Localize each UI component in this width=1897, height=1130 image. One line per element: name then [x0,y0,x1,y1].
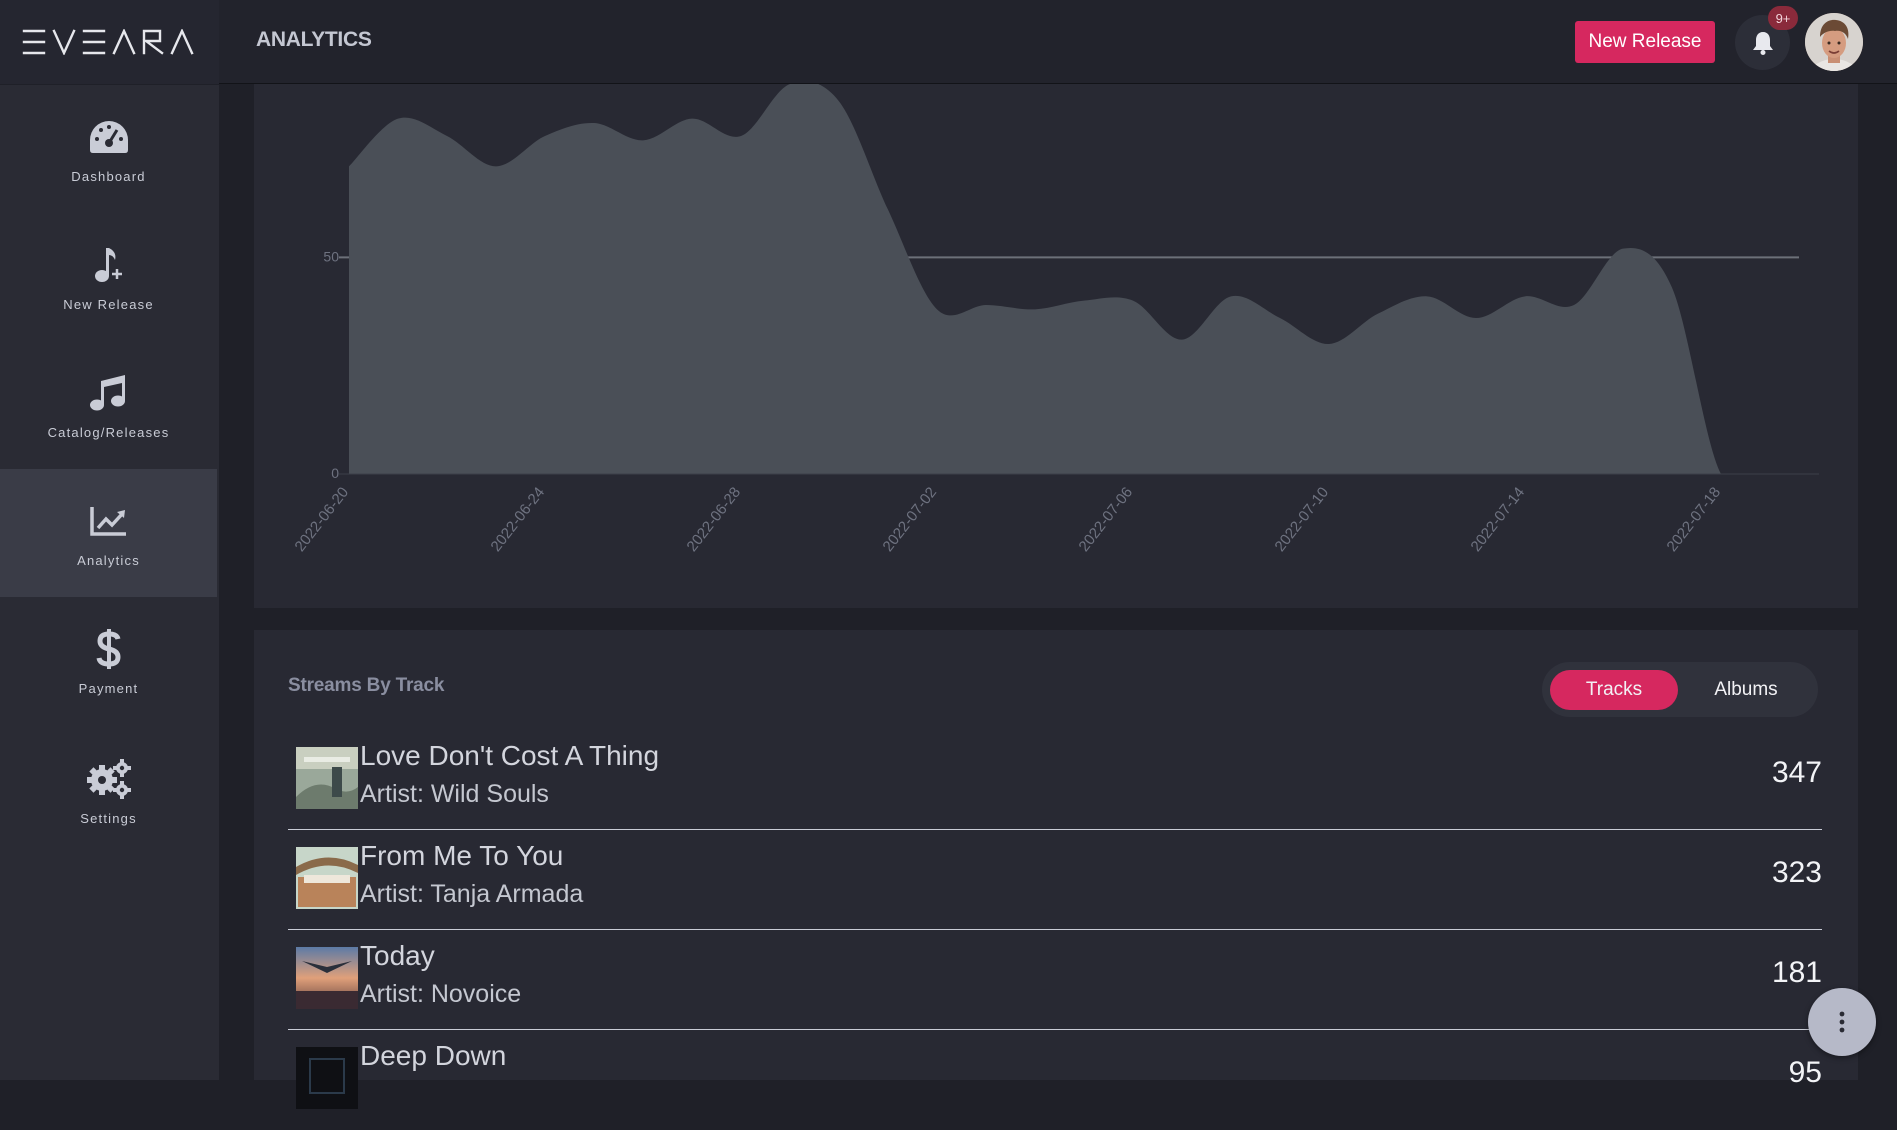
sidebar-item-dashboard[interactable]: Dashboard [0,85,217,213]
eveara-logo-icon [22,29,194,55]
track-artist: Artist: Tanja Armada [360,880,584,908]
section-title: Streams By Track [288,675,445,696]
streams-by-track-card: Streams By Track Tracks Albums Love Don'… [254,630,1858,1109]
sidebar-item-label: Dashboard [71,168,146,184]
cover-art-icon [296,947,358,1009]
track-title: Deep Down [360,1040,507,1071]
tracks-tab[interactable]: Tracks [1550,670,1678,710]
top-bar: ANALYTICS New Release 9+ [0,0,1897,84]
album-cover [296,1047,358,1109]
track-title: From Me To You [360,840,564,871]
music-note-plus-icon [94,247,122,282]
albums-tab[interactable]: Albums [1682,670,1810,710]
x-tick-label: 2022-07-18 [1664,484,1725,555]
x-tick-label: 2022-07-14 [1468,484,1529,555]
y-tick-label: 0 [331,465,339,481]
music-notes-icon [89,374,125,410]
album-cover [296,747,358,809]
x-tick-label: 2022-07-10 [1272,484,1333,555]
gauge-icon [89,120,128,153]
dollar-icon [96,628,121,669]
stream-count: 323 [1771,856,1822,889]
line-chart-icon [89,506,126,536]
cover-art-icon [296,1047,358,1109]
x-tick-label: 2022-07-06 [1076,484,1137,555]
table-row[interactable]: Deep Down 95 [288,1030,1822,1130]
table-row[interactable]: Love Don't Cost A Thing Artist: Wild Sou… [288,730,1822,830]
sidebar-item-analytics[interactable]: Analytics [0,469,217,597]
brand-logo[interactable] [0,0,219,84]
sidebar: Dashboard New Release Catalog/Releases A… [0,85,219,1080]
x-tick-label: 2022-06-24 [488,484,549,555]
cover-art-icon [296,847,358,909]
table-row[interactable]: From Me To You Artist: Tanja Armada 323 [288,830,1822,930]
avatar[interactable] [1805,13,1863,71]
streams-area-chart: 50 0 2022-06-20 2022-06-24 2022-06-28 2022-07… [292,81,1819,555]
sidebar-item-settings[interactable]: Settings [0,727,217,855]
more-options-button[interactable] [1808,988,1876,1056]
x-tick-label: 2022-07-02 [880,484,941,555]
new-release-button[interactable]: New Release [1575,21,1715,63]
album-cover [296,947,358,1009]
sidebar-item-label: New Release [63,296,154,312]
x-tick-label: 2022-06-20 [292,484,353,555]
sidebar-item-label: Analytics [77,552,140,568]
gears-icon [86,758,131,799]
table-row[interactable]: Today Artist: Novoice 181 [288,930,1822,1030]
track-title: Love Don't Cost A Thing [360,740,660,771]
sidebar-item-catalog-releases[interactable]: Catalog/Releases [0,341,217,469]
stream-count: 347 [1771,756,1822,789]
sidebar-item-label: Catalog/Releases [47,424,170,440]
x-tick-label: 2022-06-28 [684,484,745,555]
track-artist: Artist: Wild Souls [360,780,549,808]
stream-count: 181 [1771,956,1822,989]
sidebar-item-label: Settings [80,810,137,826]
streams-chart-card: 50 0 2022-06-20 2022-06-24 2022-06-28 2022-07… [254,81,1858,608]
page-title: ANALYTICS [256,28,372,51]
stream-area-series [349,81,1819,474]
cover-art-icon [296,747,358,809]
sidebar-item-label: Payment [78,680,139,696]
stream-count: 95 [1788,1056,1822,1089]
user-photo-icon [1805,13,1863,71]
tracks-albums-toggle: Tracks Albums [1542,662,1818,717]
sidebar-item-payment[interactable]: Payment [0,597,217,725]
vertical-dots-icon [1839,1011,1845,1033]
bell-icon [1752,31,1773,55]
sidebar-item-new-release[interactable]: New Release [0,213,217,341]
y-tick-label: 50 [323,248,339,264]
album-cover [296,847,358,909]
track-title: Today [360,940,435,971]
track-artist: Artist: Novoice [360,980,522,1008]
notification-badge: 9+ [1768,6,1798,30]
